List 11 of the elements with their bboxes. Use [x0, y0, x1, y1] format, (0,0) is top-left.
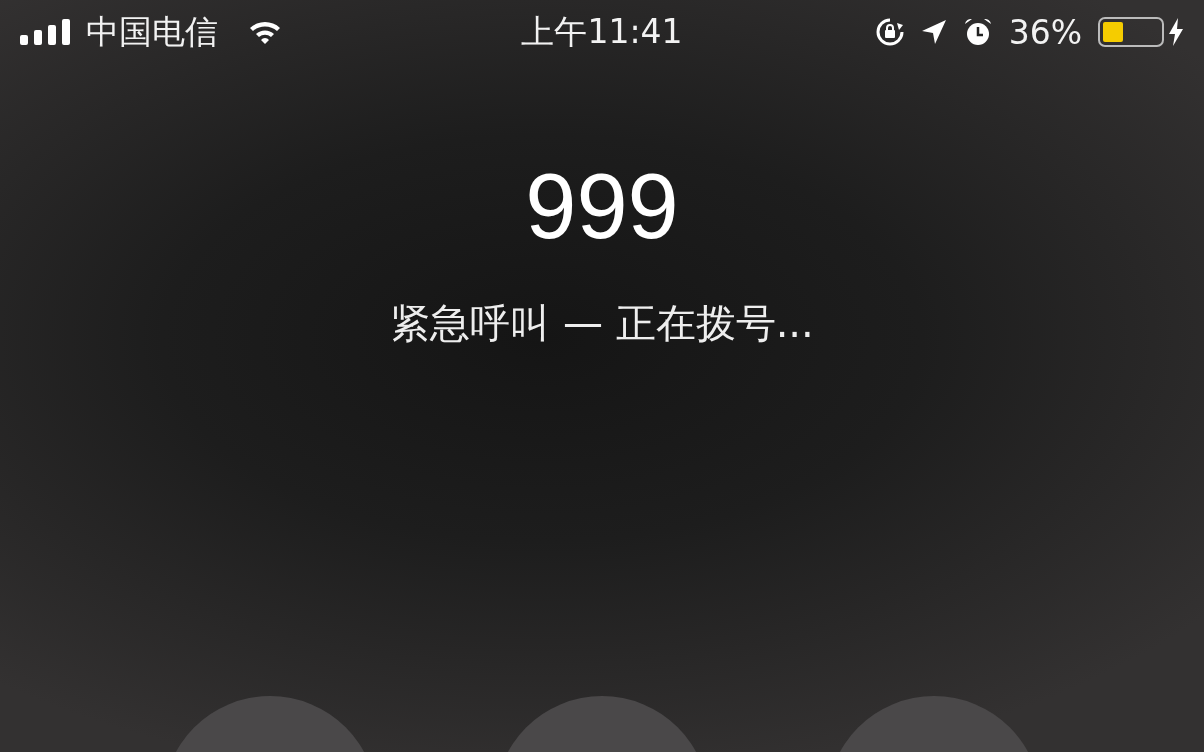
clock-time: 上午11:41 [521, 11, 683, 51]
location-arrow-icon [920, 19, 947, 45]
battery-icon [1098, 17, 1164, 47]
alarm-clock-icon [962, 17, 993, 47]
wifi-icon [248, 19, 282, 45]
rotation-lock-icon [874, 17, 905, 47]
carrier-name: 中国电信 [86, 10, 218, 53]
phone-number: 999 [525, 160, 679, 252]
signal-icon [20, 19, 72, 45]
call-status: 紧急呼叫 — 正在拨号... [390, 299, 814, 348]
battery-percentage: 36% [1008, 12, 1082, 52]
